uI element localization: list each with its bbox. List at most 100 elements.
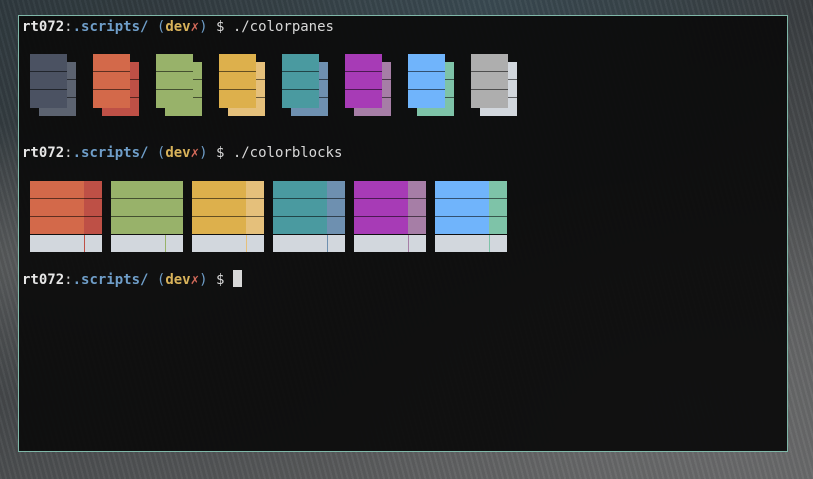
- block-divider: [408, 235, 409, 252]
- pane-stripe: [93, 89, 130, 90]
- colorpane-blue: [408, 54, 456, 118]
- colorblock-main: [192, 181, 264, 234]
- colorblock-side: [327, 181, 345, 234]
- colorblock-green: [111, 181, 183, 252]
- pane-stripe: [30, 89, 67, 90]
- colorblock-bottom: [30, 235, 102, 252]
- pane-stripe: [219, 71, 256, 72]
- pane-stripe: [156, 89, 193, 90]
- colorblock-bottom: [111, 235, 183, 252]
- colorblock-side: [489, 181, 507, 234]
- colorblock-blue: [435, 181, 507, 252]
- block-divider: [84, 235, 85, 252]
- colorpane-red: [93, 54, 141, 118]
- prompt-paren-close: ): [199, 145, 208, 161]
- colorpane-front: [471, 54, 508, 108]
- pane-stripe: [471, 89, 508, 90]
- block-stripe: [327, 198, 345, 199]
- colorblock-yellow: [192, 181, 264, 252]
- block-divider: [327, 235, 328, 252]
- pane-stripe: [219, 89, 256, 90]
- pane-stripe: [156, 71, 193, 72]
- prompt-paren-close: ): [199, 272, 208, 288]
- colorpane-front: [30, 54, 67, 108]
- block-stripe: [489, 198, 507, 199]
- colorblock-side: [408, 181, 426, 234]
- block-stripe: [408, 216, 426, 217]
- block-divider: [165, 235, 166, 252]
- prompt-paren-close: ): [199, 19, 208, 35]
- prompt-dollar: $: [215, 145, 225, 161]
- colorpane-black: [30, 54, 78, 118]
- pane-stripe: [282, 71, 319, 72]
- colorpane-front: [219, 54, 256, 108]
- colorblock-main: [435, 181, 507, 234]
- colorblock-main: [354, 181, 426, 234]
- colorpane-magenta: [345, 54, 393, 118]
- pane-stripe: [93, 71, 130, 72]
- prompt-dirty-mark: ✗: [190, 272, 200, 288]
- text-cursor: [232, 270, 242, 287]
- command-text: ./colorpanes: [232, 19, 334, 35]
- colorblock-bottom: [435, 235, 507, 252]
- colorpane-yellow: [219, 54, 267, 118]
- prompt-line-1: rt072:.scripts/ (dev✗) $ ./colorpanes: [22, 18, 334, 36]
- prompt-dirty-mark: ✗: [190, 145, 200, 161]
- colorblock-side: [246, 181, 264, 234]
- block-stripe: [327, 216, 345, 217]
- block-stripe: [165, 216, 183, 217]
- prompt-branch: dev: [165, 272, 191, 288]
- colorblock-bottom: [192, 235, 264, 252]
- prompt-dollar: $: [215, 272, 225, 288]
- colorpane-white: [471, 54, 519, 118]
- command-text: ./colorblocks: [232, 145, 343, 161]
- prompt-line-3[interactable]: rt072:.scripts/ (dev✗) $: [22, 270, 242, 289]
- pane-stripe: [408, 71, 445, 72]
- prompt-user: rt072: [22, 19, 65, 35]
- pane-stripe: [345, 71, 382, 72]
- colorblock-teal: [273, 181, 345, 252]
- colorpane-front: [156, 54, 193, 108]
- prompt-colon: :: [64, 19, 73, 35]
- prompt-dollar: $: [215, 19, 225, 35]
- colorblock-red: [30, 181, 102, 252]
- pane-stripe: [282, 89, 319, 90]
- prompt-dir: .scripts/: [72, 272, 149, 288]
- block-divider: [489, 235, 490, 252]
- prompt-dir: .scripts/: [72, 19, 149, 35]
- colorpane-green: [156, 54, 204, 118]
- pane-stripe: [408, 89, 445, 90]
- colorpane-front: [282, 54, 319, 108]
- prompt-dir: .scripts/: [72, 145, 149, 161]
- terminal-window[interactable]: rt072:.scripts/ (dev✗) $ ./colorpanes rt…: [18, 15, 788, 452]
- colorpane-front: [93, 54, 130, 108]
- prompt-branch: dev: [165, 19, 191, 35]
- block-stripe: [246, 198, 264, 199]
- prompt-colon: :: [64, 272, 73, 288]
- colorpane-teal: [282, 54, 330, 118]
- colorpane-front: [408, 54, 445, 108]
- colorblock-main: [273, 181, 345, 234]
- prompt-line-2: rt072:.scripts/ (dev✗) $ ./colorblocks: [22, 144, 342, 162]
- prompt-dirty-mark: ✗: [190, 19, 200, 35]
- block-stripe: [84, 216, 102, 217]
- colorblock-bottom: [354, 235, 426, 252]
- prompt-colon: :: [64, 145, 73, 161]
- colorblock-side: [84, 181, 102, 234]
- pane-stripe: [30, 71, 67, 72]
- block-stripe: [84, 198, 102, 199]
- colorpane-front: [345, 54, 382, 108]
- block-stripe: [165, 198, 183, 199]
- colorblock-bottom: [273, 235, 345, 252]
- block-stripe: [246, 216, 264, 217]
- prompt-branch: dev: [165, 145, 191, 161]
- colorblock-main: [111, 181, 183, 234]
- colorblock-main: [30, 181, 102, 234]
- pane-stripe: [471, 71, 508, 72]
- prompt-user: rt072: [22, 272, 65, 288]
- colorblock-magenta: [354, 181, 426, 252]
- block-stripe: [489, 216, 507, 217]
- pane-stripe: [345, 89, 382, 90]
- block-stripe: [408, 198, 426, 199]
- colorblock-side: [165, 181, 183, 234]
